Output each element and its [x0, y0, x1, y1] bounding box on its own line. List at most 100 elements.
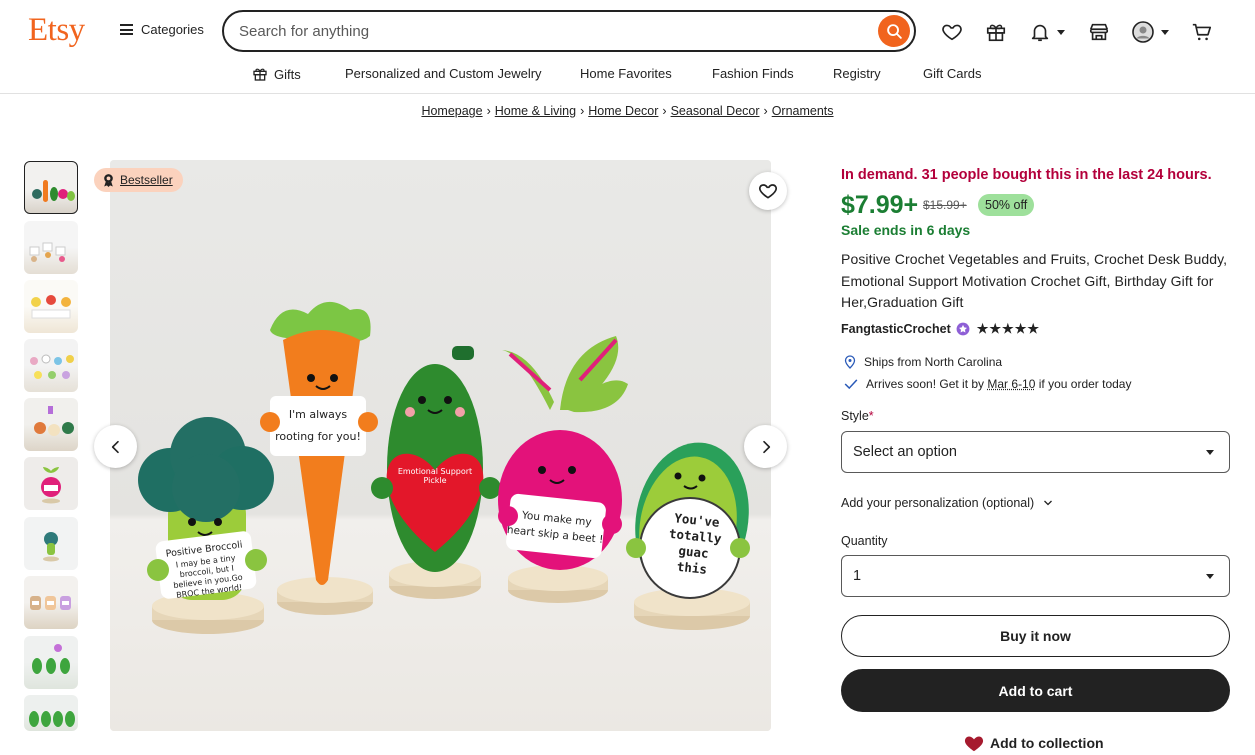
chevron-left-icon	[111, 440, 119, 453]
add-to-collection-button[interactable]: Add to collection	[964, 734, 1104, 752]
svg-text:I'm always: I'm always	[289, 408, 348, 421]
gallery-thumbnail[interactable]	[24, 517, 78, 570]
gallery-thumbnail[interactable]	[24, 280, 78, 333]
header: Etsy Categories	[0, 0, 1255, 62]
previous-image-button[interactable]	[94, 425, 137, 468]
arrival-prefix: Arrives soon! Get it by	[866, 377, 988, 391]
gift-button[interactable]	[985, 18, 1007, 46]
svg-text:guac: guac	[678, 543, 710, 561]
shop-name-link[interactable]: FangtasticCrochet	[841, 322, 951, 336]
personalization-label: Add your personalization (optional)	[841, 496, 1035, 510]
svg-text:this: this	[676, 559, 708, 577]
nav-item-gifts[interactable]: Gifts	[252, 66, 301, 82]
gallery-thumbnail[interactable]	[24, 339, 78, 392]
breadcrumb-link[interactable]: Homepage	[421, 104, 482, 118]
style-label-text: Style	[841, 409, 869, 423]
discount-badge: 50% off	[978, 194, 1035, 216]
nav-item-label: Gifts	[274, 66, 301, 82]
chevron-down-icon	[1044, 500, 1053, 506]
favorites-button[interactable]	[941, 18, 963, 46]
chevron-down-icon	[1161, 29, 1169, 35]
product-image[interactable]: Positive Broccoli I may be a tiny brocco…	[110, 160, 771, 731]
quantity-select[interactable]: 1	[841, 555, 1230, 597]
svg-text:Emotional Support: Emotional Support	[398, 467, 472, 476]
required-mark: *	[868, 409, 874, 423]
checkmark-icon	[844, 379, 858, 390]
avatar-icon	[1132, 21, 1154, 43]
gallery-thumbnail[interactable]	[24, 398, 78, 451]
award-icon	[104, 174, 113, 187]
bestseller-badge[interactable]: Bestseller	[94, 168, 183, 192]
search-bar	[222, 10, 916, 52]
add-to-cart-button[interactable]: Add to cart	[841, 669, 1230, 712]
nav-item-home-favorites[interactable]: Home Favorites	[580, 66, 672, 81]
buy-now-button[interactable]: Buy it now	[841, 615, 1230, 657]
demand-notice: In demand. 31 people bought this in the …	[841, 167, 1212, 183]
account-button[interactable]	[1131, 18, 1169, 46]
categories-button[interactable]: Categories	[120, 22, 204, 37]
notifications-button[interactable]	[1029, 18, 1065, 46]
original-price: $15.99+	[923, 198, 967, 212]
gallery-thumbnail[interactable]	[24, 161, 78, 214]
arrival-suffix: if you order today	[1035, 377, 1132, 391]
chevron-right-icon: ›	[486, 104, 491, 118]
cart-button[interactable]	[1191, 18, 1213, 46]
search-button[interactable]	[878, 15, 910, 47]
gallery-thumbnail[interactable]	[24, 695, 78, 731]
sale-ends-notice: Sale ends in 6 days	[841, 222, 971, 238]
etsy-logo[interactable]: Etsy	[28, 12, 85, 49]
breadcrumb-link[interactable]: Seasonal Decor	[671, 104, 760, 118]
bell-icon	[1031, 24, 1049, 42]
ships-from-text: Ships from North Carolina	[864, 355, 1003, 369]
nav-item-jewelry[interactable]: Personalized and Custom Jewelry	[345, 66, 542, 81]
gallery-thumbnail[interactable]	[24, 221, 78, 274]
heart-icon	[942, 24, 962, 41]
heart-icon	[759, 184, 777, 199]
quantity-select-value: 1	[853, 568, 862, 584]
breadcrumb-link[interactable]: Home & Living	[495, 104, 576, 118]
chevron-right-icon: ›	[580, 104, 585, 118]
chevron-down-icon	[1206, 450, 1214, 455]
personalization-toggle[interactable]: Add your personalization (optional)	[841, 496, 1054, 510]
chevron-right-icon: ›	[763, 104, 768, 118]
nav-item-registry[interactable]: Registry	[833, 66, 881, 81]
location-pin-icon	[844, 355, 856, 369]
gift-icon	[986, 24, 1006, 42]
style-select[interactable]: Select an option	[841, 431, 1230, 473]
bestseller-label: Bestseller	[120, 173, 173, 187]
sale-price: $7.99+	[841, 191, 919, 219]
chevron-down-icon	[1206, 574, 1214, 579]
shop-manager-button[interactable]	[1088, 18, 1110, 46]
next-image-button[interactable]	[744, 425, 787, 468]
chevron-right-icon	[762, 440, 770, 453]
arrival-date[interactable]: Mar 6-10	[987, 377, 1035, 391]
star-seller-icon	[956, 322, 970, 336]
gift-icon	[253, 68, 267, 81]
search-input[interactable]	[239, 20, 869, 42]
menu-icon	[120, 24, 133, 35]
product-title: Positive Crochet Vegetables and Fruits, …	[841, 251, 1228, 310]
breadcrumb-link[interactable]: Ornaments	[772, 104, 834, 118]
style-label: Style*	[841, 409, 874, 423]
shop-info: FangtasticCrochet ★★★★★	[841, 321, 1040, 337]
rating-stars[interactable]: ★★★★★	[977, 321, 1040, 337]
gallery-thumbnail[interactable]	[24, 576, 78, 629]
category-nav: Gifts Personalized and Custom Jewelry Ho…	[0, 62, 1255, 94]
gallery-thumbnail[interactable]	[24, 457, 78, 510]
gallery-thumbnail[interactable]	[24, 636, 78, 689]
svg-text:Pickle: Pickle	[423, 476, 446, 485]
cart-icon	[1192, 23, 1212, 41]
breadcrumb-link[interactable]: Home Decor	[588, 104, 658, 118]
search-icon	[886, 23, 902, 39]
arrival-estimate: Arrives soon! Get it by Mar 6-10 if you …	[844, 377, 1131, 391]
svg-text:rooting for you!: rooting for you!	[275, 430, 361, 443]
nav-item-fashion-finds[interactable]: Fashion Finds	[712, 66, 794, 81]
store-icon	[1089, 23, 1109, 41]
favorite-button[interactable]	[749, 172, 787, 210]
categories-label: Categories	[141, 22, 204, 37]
chevron-down-icon	[1057, 29, 1065, 35]
heart-icon	[964, 736, 984, 752]
breadcrumb: Homepage › Home & Living › Home Decor › Season…	[0, 104, 1255, 118]
nav-item-gift-cards[interactable]: Gift Cards	[923, 66, 982, 81]
ships-from: Ships from North Carolina	[844, 355, 1002, 369]
